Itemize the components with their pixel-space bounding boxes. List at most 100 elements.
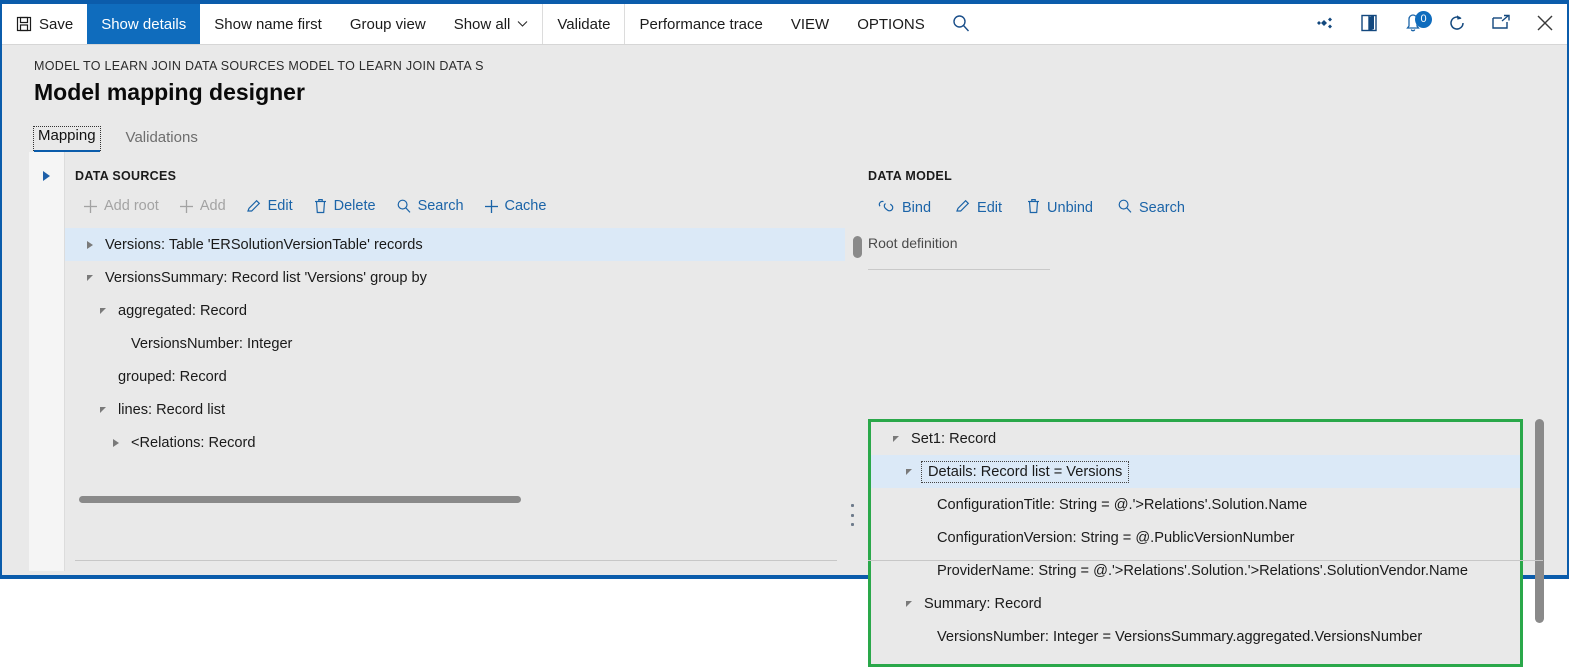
root-definition-label: Root definition xyxy=(868,235,958,251)
search-data-source-button[interactable]: Search xyxy=(386,195,474,217)
tree-node-label: Set1: Record xyxy=(911,430,997,447)
performance-trace-button[interactable]: Performance trace xyxy=(624,4,776,44)
delete-data-source-button[interactable]: Delete xyxy=(303,195,386,217)
page-title: Model mapping designer xyxy=(34,79,305,105)
tab-validations[interactable]: Validations xyxy=(122,129,202,152)
show-all-menu[interactable]: Show all xyxy=(440,4,543,44)
tree-node-label: VersionsSummary: Record list 'Versions' … xyxy=(105,269,427,286)
table-row[interactable]: ConfigurationTitle: String = @.'>Relatio… xyxy=(871,488,1520,521)
scrollbar-thumb[interactable] xyxy=(79,496,521,503)
save-button[interactable]: Save xyxy=(2,4,87,44)
show-all-label: Show all xyxy=(453,15,511,33)
bind-button[interactable]: Bind xyxy=(866,196,943,220)
add-button[interactable]: Add xyxy=(169,195,236,217)
add-root-button[interactable]: Add root xyxy=(73,195,169,217)
scrollbar-thumb[interactable] xyxy=(1535,419,1544,623)
resize-grip[interactable] xyxy=(819,636,837,654)
cache-button[interactable]: Cache xyxy=(474,195,557,217)
tree-node-label: ConfigurationVersion: String = @.PublicV… xyxy=(937,529,1295,546)
search-data-source-label: Search xyxy=(417,198,464,214)
pane-splitter-handle[interactable] xyxy=(847,504,857,526)
search-icon xyxy=(1117,198,1133,218)
save-icon xyxy=(16,16,32,32)
settings-diamond-button[interactable] xyxy=(1303,4,1347,44)
show-name-first-button[interactable]: Show name first xyxy=(200,4,336,44)
splitter-dot xyxy=(850,523,854,526)
splitter-dot xyxy=(850,513,854,517)
chevron-down-icon[interactable] xyxy=(896,600,922,607)
chevron-down-icon[interactable] xyxy=(896,468,922,475)
table-row[interactable]: Set1: Record xyxy=(871,422,1520,455)
table-row[interactable]: lines: Record list xyxy=(65,393,845,426)
tree-node-label: <Relations: Record xyxy=(131,434,256,451)
tree-node-label: grouped: Record xyxy=(118,368,227,385)
group-view-button[interactable]: Group view xyxy=(336,4,440,44)
close-button[interactable] xyxy=(1523,4,1567,44)
tab-mapping[interactable]: Mapping xyxy=(33,126,101,153)
chevron-right-icon[interactable] xyxy=(103,438,129,447)
chevron-right-icon[interactable] xyxy=(77,240,103,249)
app-window: Save Show details Show name first Group … xyxy=(0,0,1569,667)
performance-trace-label: Performance trace xyxy=(639,15,763,33)
search-data-model-label: Search xyxy=(1138,200,1185,216)
data-sources-tree: Versions: Table 'ERSolutionVersionTable'… xyxy=(65,228,862,503)
data-sources-horizontal-scrollbar[interactable] xyxy=(79,491,827,507)
add-label: Add xyxy=(199,198,226,214)
unbind-button[interactable]: Unbind xyxy=(1014,195,1105,221)
show-name-first-label: Show name first xyxy=(214,15,322,33)
tree-node-label: VersionsNumber: Integer xyxy=(131,335,293,352)
show-details-button[interactable]: Show details xyxy=(87,4,201,44)
table-row[interactable]: ConfigurationVersion: String = @.PublicV… xyxy=(871,521,1520,554)
validate-button[interactable]: Validate xyxy=(542,4,624,44)
group-view-label: Group view xyxy=(349,15,426,33)
options-menu[interactable]: OPTIONS xyxy=(843,4,939,44)
edit-binding-button[interactable]: Edit xyxy=(943,195,1014,221)
table-row[interactable]: aggregated: Record xyxy=(65,294,845,327)
data-model-tree: Set1: Record Details: Record list = Vers… xyxy=(868,419,1523,667)
table-row[interactable]: VersionsNumber: Integer xyxy=(65,327,845,360)
scrollbar-thumb[interactable] xyxy=(853,236,862,258)
refresh-button[interactable] xyxy=(1435,4,1479,44)
table-row[interactable]: Summary: Record xyxy=(871,587,1520,620)
table-row[interactable]: VersionsSummary: Record list 'Versions' … xyxy=(65,261,845,294)
view-menu[interactable]: VIEW xyxy=(777,4,843,44)
data-sources-vertical-scrollbar[interactable] xyxy=(851,228,863,448)
chevron-down-icon xyxy=(517,20,528,28)
popout-icon xyxy=(1490,14,1512,35)
trash-icon xyxy=(1026,198,1041,218)
chevron-down-icon[interactable] xyxy=(77,274,103,281)
table-row[interactable]: <Relations: Record xyxy=(65,426,845,459)
link-icon xyxy=(878,199,896,217)
tab-mapping-label: Mapping xyxy=(38,127,96,144)
breadcrumb[interactable]: MODEL TO LEARN JOIN DATA SOURCES MODEL T… xyxy=(2,45,1567,73)
tab-validations-label: Validations xyxy=(125,129,198,146)
tree-node-label: lines: Record list xyxy=(118,401,226,418)
data-model-vertical-scrollbar[interactable] xyxy=(1533,419,1547,627)
open-book-button[interactable] xyxy=(1347,4,1391,44)
table-row[interactable]: Versions: Table 'ERSolutionVersionTable'… xyxy=(65,228,845,261)
tree-node-label: Versions: Table 'ERSolutionVersionTable'… xyxy=(105,236,423,253)
search-data-model-button[interactable]: Search xyxy=(1105,195,1197,221)
tree-node-label: ConfigurationTitle: String = @.'>Relatio… xyxy=(937,496,1308,513)
table-row[interactable]: Details: Record list = Versions xyxy=(871,455,1520,488)
chevron-down-icon[interactable] xyxy=(90,406,116,413)
page-header: MODEL TO LEARN JOIN DATA SOURCES MODEL T… xyxy=(2,45,1567,153)
chevron-down-icon[interactable] xyxy=(883,435,909,442)
validate-label: Validate xyxy=(557,15,611,33)
cache-label: Cache xyxy=(504,198,547,214)
save-label: Save xyxy=(39,15,74,33)
notifications-button[interactable]: 0 xyxy=(1391,4,1435,44)
popout-button[interactable] xyxy=(1479,4,1523,44)
search-button[interactable] xyxy=(939,4,983,44)
table-row[interactable]: ProviderName: String = @.'>Relations'.So… xyxy=(871,554,1520,587)
add-root-label: Add root xyxy=(104,198,159,214)
edit-data-source-button[interactable]: Edit xyxy=(236,195,303,217)
data-model-toolbar: Bind Edit Unbind Search xyxy=(864,183,1567,221)
edit-data-source-label: Edit xyxy=(267,198,293,214)
chevron-down-icon[interactable] xyxy=(90,307,116,314)
content-area: DATA SOURCES Add root Add Edit Delete Se… xyxy=(2,152,1567,667)
options-label: OPTIONS xyxy=(857,15,925,33)
table-row[interactable]: grouped: Record xyxy=(65,360,845,393)
expand-panel-icon[interactable] xyxy=(43,171,50,181)
table-row[interactable]: VersionsNumber: Integer = VersionsSummar… xyxy=(871,620,1520,653)
